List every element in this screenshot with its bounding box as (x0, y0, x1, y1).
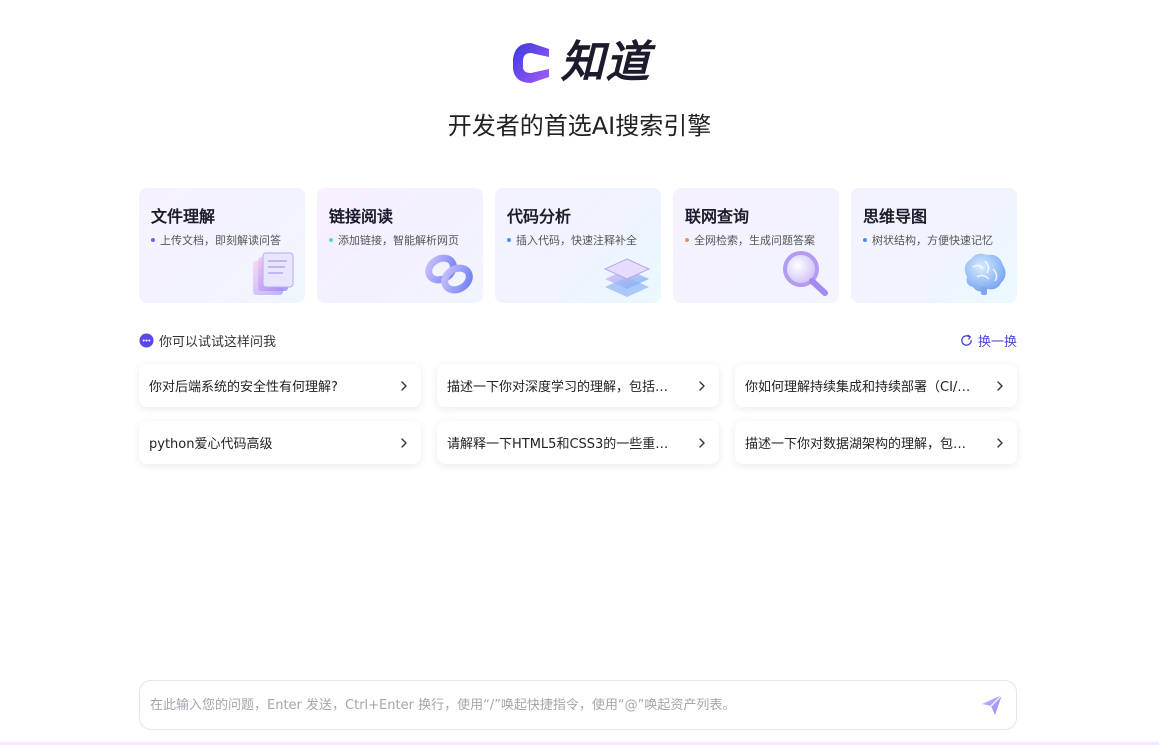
question-text: 请解释一下HTML5和CSS3的一些重… (447, 437, 669, 452)
chevron-right-icon (997, 380, 1003, 391)
feature-card-link[interactable]: 链接阅读 添加链接，智能解析网页 (317, 188, 483, 303)
suggested-question[interactable]: 你对后端系统的安全性有何理解? (139, 364, 421, 407)
feature-card-file[interactable]: 文件理解 上传文档，即刻解读问答 (139, 188, 305, 303)
feature-title: 联网查询 (685, 207, 750, 226)
chevron-right-icon (401, 380, 407, 391)
suggested-question[interactable]: 请解释一下HTML5和CSS3的一些重… (437, 421, 719, 464)
suggested-question[interactable]: 描述一下你对深度学习的理解，包括… (437, 364, 719, 407)
chevron-right-icon (997, 437, 1003, 448)
feature-desc: 全网检索，生成问题答案 (694, 234, 815, 247)
feature-title: 链接阅读 (329, 207, 394, 226)
refresh-label: 换一换 (977, 334, 1017, 350)
feature-desc: 插入代码，快速注释补全 (516, 234, 637, 247)
send-icon[interactable] (980, 693, 1004, 717)
question-text: 描述一下你对数据湖架构的理解，包… (745, 437, 967, 452)
chevron-right-icon (401, 437, 407, 448)
question-text: python爱心代码高级 (149, 437, 273, 452)
documents-stack-icon (253, 252, 294, 295)
feature-desc: 添加链接，智能解析网页 (338, 234, 459, 247)
bullet-dot (863, 238, 867, 242)
chevron-right-icon (699, 437, 705, 448)
suggestions-label: 你可以试试这样问我 (159, 334, 277, 350)
code-layers-icon (603, 258, 651, 297)
feature-title: 代码分析 (507, 207, 572, 226)
feature-card-code[interactable]: 代码分析 插入代码，快速注释补全 (495, 188, 661, 303)
feature-cards: 文件理解 上传文档，即刻解读问答 链接阅读 添加链接，智能解析网页 代码分析 插… (139, 188, 1017, 303)
chat-bubble-icon (139, 332, 154, 348)
suggested-question[interactable]: python爱心代码高级 (139, 421, 421, 464)
question-text: 你对后端系统的安全性有何理解? (149, 380, 338, 395)
question-text: 你如何理解持续集成和持续部署（CI/… (745, 380, 971, 395)
suggested-questions: 你对后端系统的安全性有何理解? 描述一下你对深度学习的理解，包括… 你如何理解持… (139, 364, 1017, 464)
magnifier-icon (783, 251, 828, 296)
feature-title: 文件理解 (151, 207, 216, 226)
chain-link-icon (425, 254, 473, 294)
brand-logo: 知道 (0, 38, 1159, 88)
chat-input-box (139, 680, 1017, 730)
refresh-button[interactable]: 换一换 (959, 331, 1017, 350)
bullet-dot (329, 238, 333, 242)
question-text: 描述一下你对深度学习的理解，包括… (447, 380, 669, 395)
suggestions-header: 你可以试试这样问我 换一换 (139, 330, 1017, 350)
bullet-dot (685, 238, 689, 242)
suggested-question[interactable]: 你如何理解持续集成和持续部署（CI/… (735, 364, 1017, 407)
logo-c-icon (512, 43, 549, 83)
bullet-dot (507, 238, 511, 242)
feature-desc: 树状结构，方便快速记忆 (872, 234, 993, 247)
brain-icon (964, 253, 1006, 295)
refresh-icon (961, 334, 972, 346)
feature-desc: 上传文档，即刻解读问答 (160, 234, 281, 247)
question-input[interactable] (150, 697, 980, 713)
bullet-dot (151, 238, 155, 242)
feature-title: 思维导图 (863, 207, 928, 226)
feature-card-mindmap[interactable]: 思维导图 树状结构，方便快速记忆 (851, 188, 1017, 303)
chevron-right-icon (699, 380, 705, 391)
feature-card-web[interactable]: 联网查询 全网检索，生成问题答案 (673, 188, 839, 303)
suggested-question[interactable]: 描述一下你对数据湖架构的理解，包… (735, 421, 1017, 464)
brand-name: 知道 (560, 37, 651, 88)
page-tagline: 开发者的首选AI搜索引擎 (447, 112, 712, 140)
